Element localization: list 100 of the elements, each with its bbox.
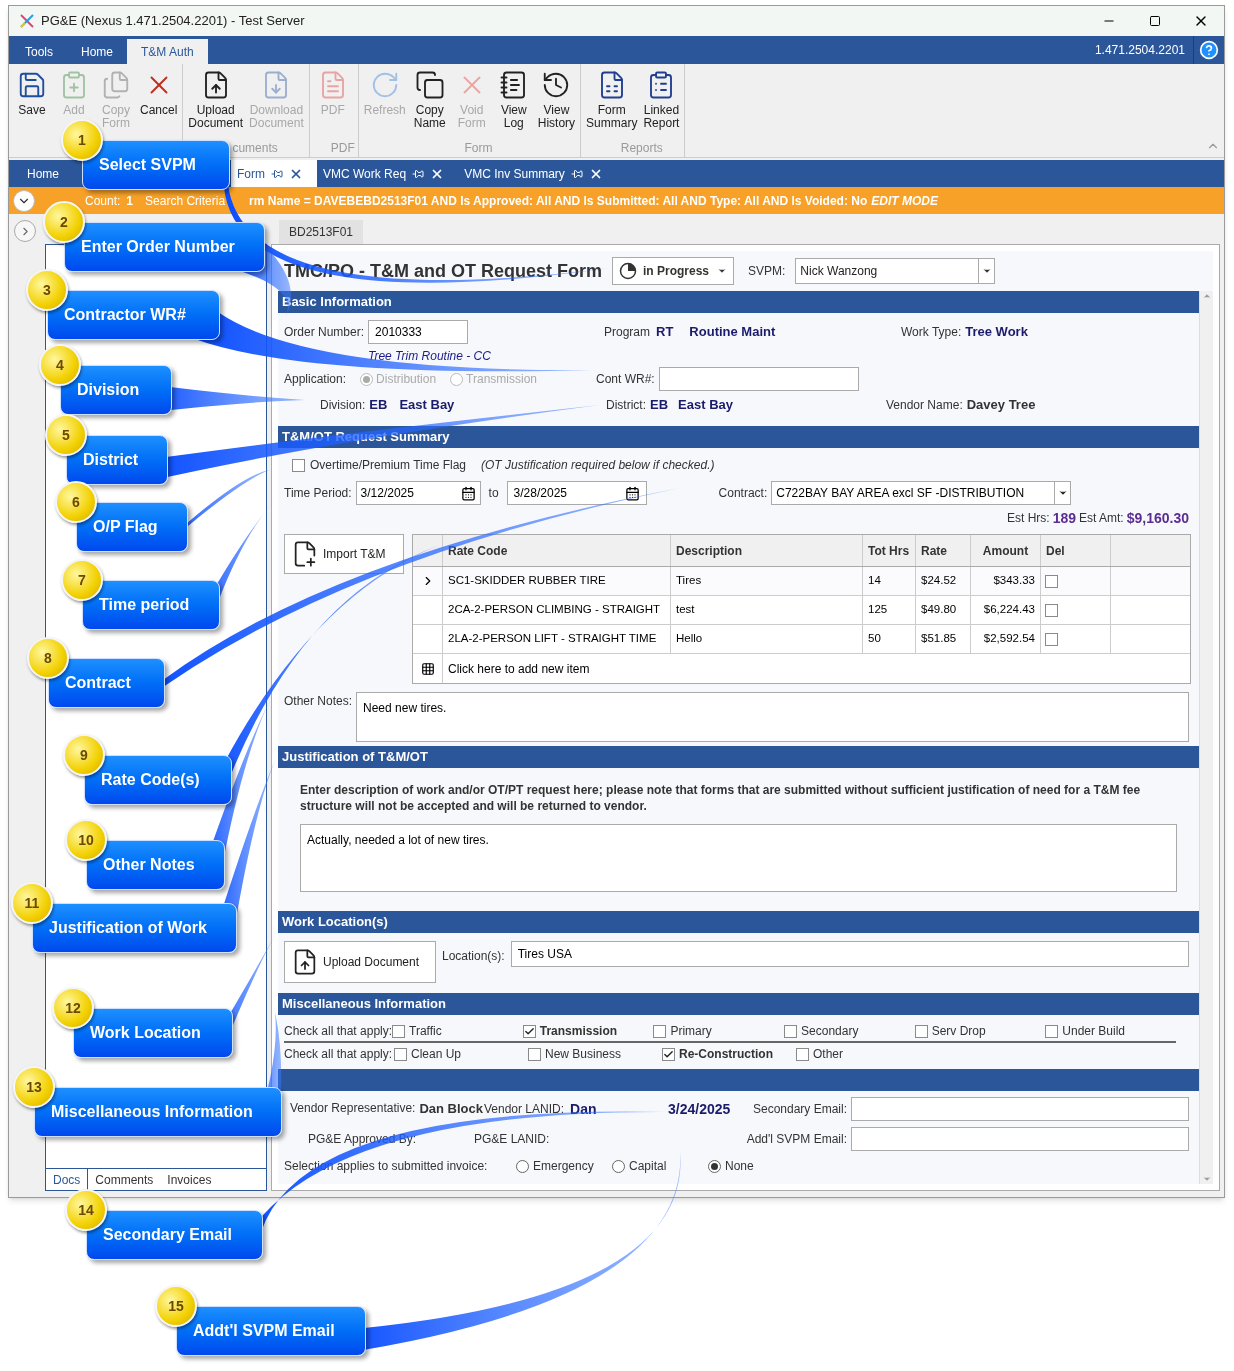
field-value: East Bay [399,396,455,415]
field-value: EB [369,396,388,415]
checkbox[interactable] [653,1024,667,1038]
checkbox[interactable] [796,1047,809,1061]
pin-icon[interactable] [570,167,583,180]
date-field[interactable]: 3/12/2025 [355,481,481,505]
radio-button[interactable] [708,1159,721,1173]
panel-tab[interactable]: Comments [88,1169,161,1190]
callout-label: Time period [82,580,220,630]
panel-tab[interactable]: Invoices [160,1169,219,1190]
ribbon-button[interactable]: Linked Report [641,64,682,130]
field-label: Time Period: [284,485,352,502]
progress-icon [619,262,637,280]
menu-tab[interactable]: Home [67,39,128,64]
calendar-icon[interactable] [460,485,476,501]
calendar-icon[interactable] [624,485,640,501]
field-value: EB [650,396,669,415]
pin-icon[interactable] [271,167,283,180]
location-field[interactable]: Tires USA [510,941,1189,967]
ribbon-button[interactable]: View History [535,64,578,130]
ribbon-button[interactable]: Copy Name [409,64,450,130]
table-cell: 14 [863,567,916,595]
ribbon-button[interactable]: Save [12,64,52,117]
instructions-text: Enter description of work and/or OT/PT request here; please note that forms that are submitted without sufficient justification of need for a T&M fee structure will not be accepted and will be returned to vendor. [300,782,1142,814]
checkbox-label: Transmission [539,1023,618,1040]
checkbox[interactable] [1045,603,1058,617]
checkbox-label: Traffic [409,1023,442,1040]
table-cell: 50 [863,625,916,653]
status-dropdown[interactable]: in Progress [612,257,734,285]
ribbon-button[interactable]: Upload Document [186,64,246,130]
section-header: Basic Information [278,291,1199,313]
radio-button[interactable] [360,372,374,386]
add-row-icon [420,661,435,676]
contract-dropdown[interactable]: C722BAY BAY AREA excl SF -DISTRIBUTION [771,481,1072,505]
expand-button[interactable] [13,189,35,212]
add-row-link[interactable]: Click here to add new item [443,654,595,683]
document-name-tab[interactable]: BD2513F01 [279,220,364,244]
checkbox[interactable] [392,1024,406,1038]
table-cell: $343.33 [971,567,1041,595]
checkbox[interactable] [662,1047,675,1061]
window-title: PG&E (Nexus 1.471.2504.2201) - Test Server [41,12,305,31]
field-label: Vendor Name: [886,397,963,414]
radio-button[interactable] [450,372,464,386]
checkbox[interactable] [914,1024,928,1038]
caret-icon [981,266,992,276]
table-cell: test [671,596,863,624]
menu-tab[interactable]: Tools [11,39,67,64]
svpm-dropdown[interactable]: Nick Wanzong [795,258,996,284]
checkbox[interactable] [292,458,305,472]
table-cell: $24.52 [916,567,971,595]
radio-button[interactable] [516,1159,529,1173]
ribbon-button[interactable]: View Log [493,64,534,130]
field-label: Other Notes: [284,693,353,710]
radio-button[interactable] [612,1159,625,1173]
checkbox[interactable] [1045,1024,1059,1038]
section-header: T&M/OT Request Summary [278,426,1199,448]
count-value: 1 [126,192,134,210]
estimate-value: 189 [1052,508,1076,528]
checkbox[interactable] [528,1047,541,1061]
document-tab[interactable]: Form [231,160,271,187]
ribbon-button[interactable]: Cancel [138,64,180,117]
notes-field[interactable]: Need new tires. [356,692,1189,742]
column-header: Rate [916,535,971,566]
email-field[interactable] [851,1127,1189,1151]
field-label: Program [604,324,650,341]
document-tab[interactable]: VMC Inv Summary [458,160,571,187]
order-number-field[interactable]: 2010333 [368,320,469,344]
field-label: Contract: [718,485,768,502]
checkbox-label: Other [813,1046,843,1063]
pin-icon[interactable] [412,167,425,180]
help-icon[interactable] [1199,40,1219,60]
table-row[interactable]: 2LA-2-PERSON LIFT - STRAIGHT TIME Hello 50 $51.85 $2,592.54 [413,625,1190,654]
email-field[interactable] [851,1097,1189,1121]
column-header: Del [1041,535,1111,566]
save-icon [17,70,47,100]
group-label: Reports [619,140,664,157]
arrow-down-icon[interactable] [1201,1174,1212,1184]
document-tab[interactable]: Home [9,160,81,187]
table-cell: SC1-SKIDDER RUBBER TIRE [443,567,671,595]
justification-field[interactable]: Actually, needed a lot of new tires. [300,824,1177,892]
table-row[interactable]: 2CA-2-PERSON CLIMBING - STRAIGHT test 125 $49.80 $6,224.43 [413,596,1190,625]
checkbox[interactable] [1045,632,1058,646]
checkbox[interactable] [784,1024,798,1038]
menu-tab[interactable]: T&M Auth [127,39,208,64]
arrow-up-icon[interactable] [1201,291,1212,301]
checkbox[interactable] [394,1047,407,1061]
field-label: to [488,485,499,502]
ribbon-button[interactable]: Form Summary [584,64,640,130]
checkbox[interactable] [522,1024,536,1038]
document-tab[interactable]: VMC Work Req [317,160,413,187]
expand-button[interactable] [14,220,36,242]
table-cell: 2CA-2-PERSON CLIMBING - STRAIGHT [443,596,671,624]
cont-wr-field[interactable] [658,367,859,391]
import-button[interactable]: Import T&M [284,534,404,574]
field-label: PG&E LANID: [474,1131,550,1148]
checkbox[interactable] [1045,574,1058,588]
checkbox-label: Serv Drop [931,1023,986,1040]
table-row[interactable]: SC1-SKIDDER RUBBER TIRE Tires 14 $24.52 $343.33 [413,567,1190,596]
date-field[interactable]: 3/28/2025 [506,481,647,505]
upload-button[interactable]: Upload Document [284,941,436,983]
